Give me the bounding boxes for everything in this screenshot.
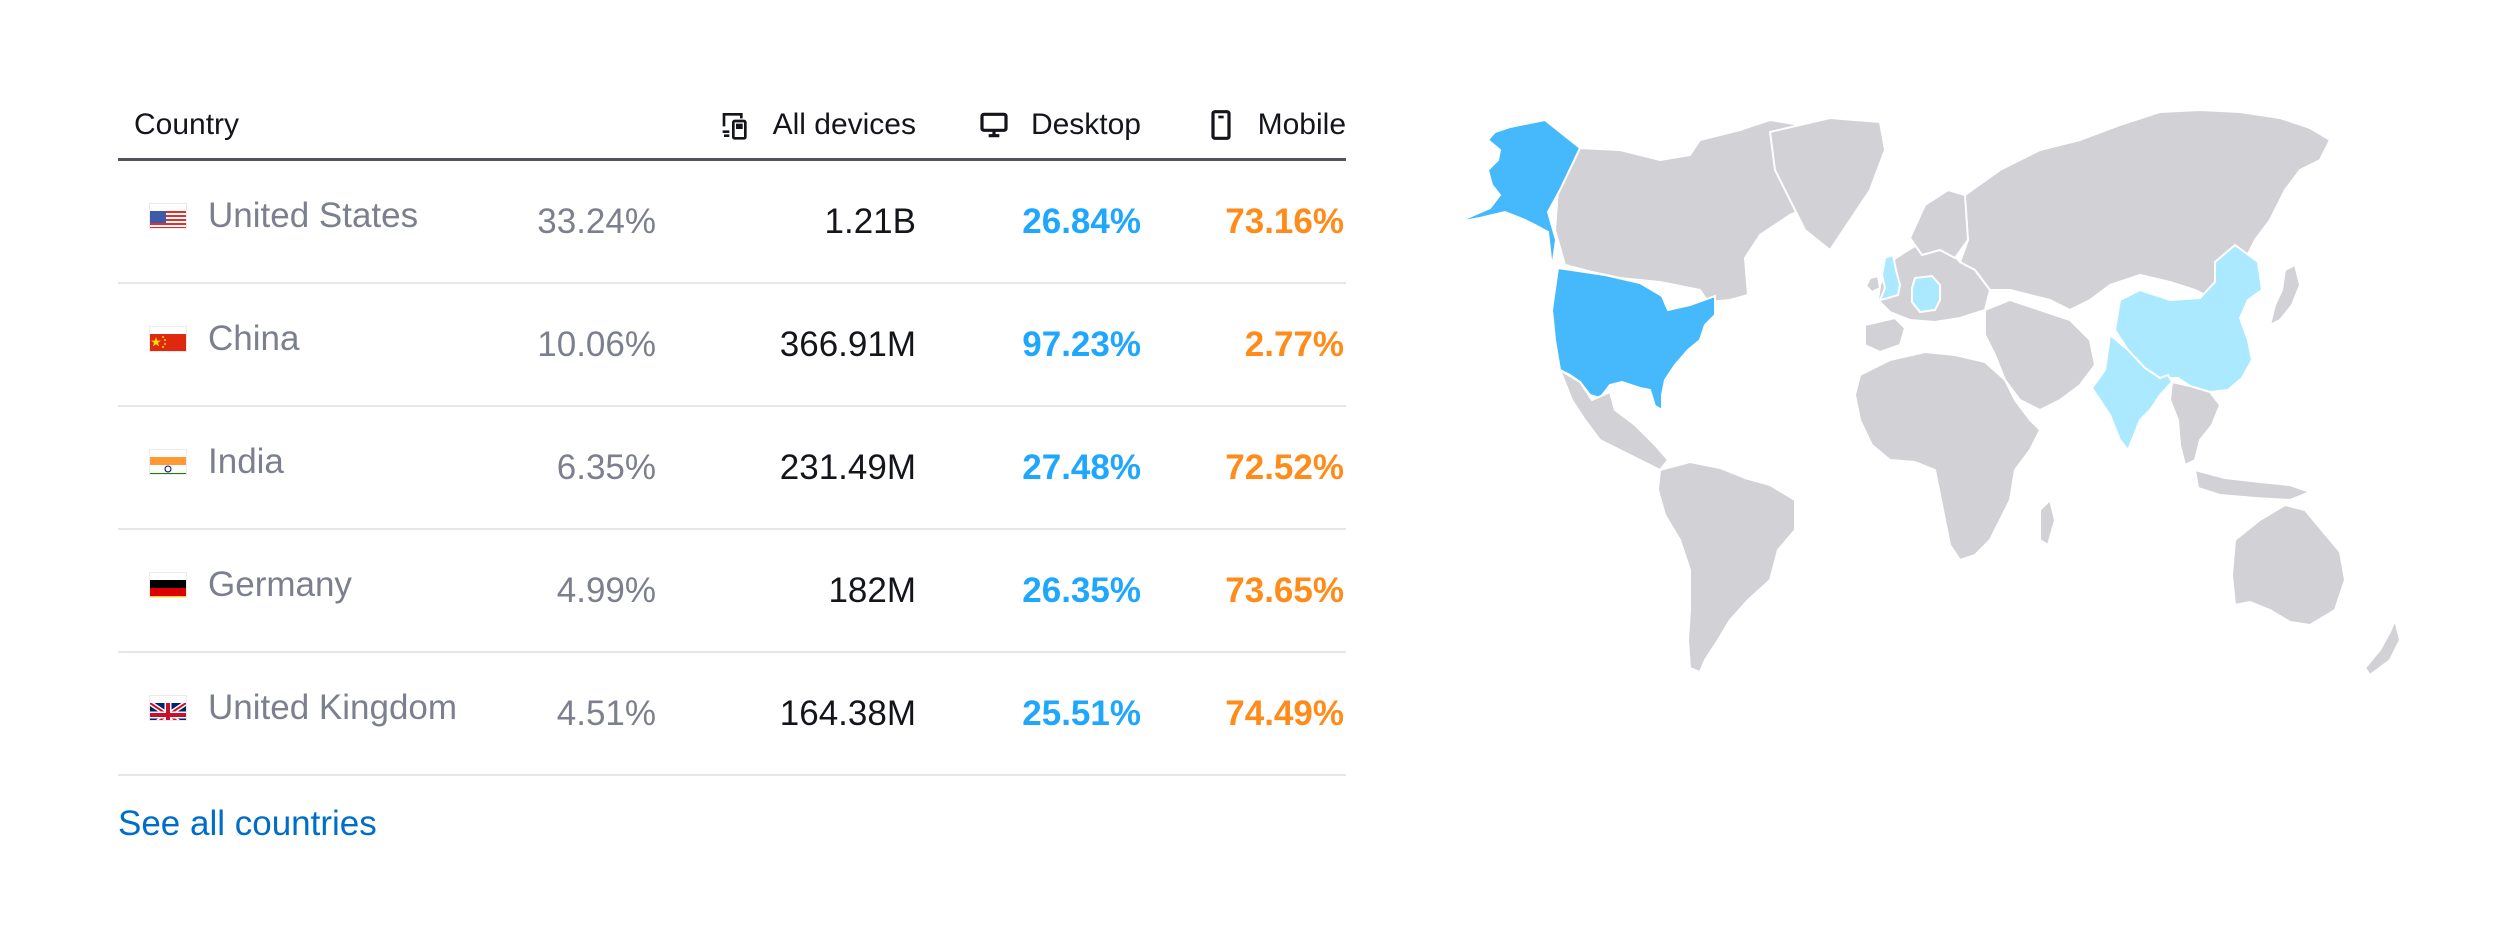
country-name: United States [208, 195, 419, 235]
map-region-south-america[interactable] [1657, 461, 1796, 673]
map-region-madagascar[interactable] [2039, 499, 2056, 546]
us-flag-icon [150, 204, 186, 228]
table-row[interactable]: China 10.06% 366.91M 97.23% 2.77% [118, 284, 1346, 407]
traffic-share: 6.35% [556, 447, 656, 487]
map-region-greenland[interactable] [1769, 117, 1886, 251]
mobile-share: 2.77% [1244, 324, 1344, 364]
countries-table: Country All devices Desktop Mobile Unite… [118, 92, 1346, 776]
desktop-share: 26.35% [1022, 570, 1141, 610]
in-flag-icon [150, 450, 186, 474]
country-cell: Germany [150, 524, 352, 645]
mobile-icon [1204, 108, 1238, 142]
country-name: China [208, 318, 300, 358]
column-header-label: Country [134, 108, 240, 141]
traffic-share: 33.24% [537, 201, 656, 241]
mobile-share: 74.49% [1225, 693, 1344, 733]
desktop-share: 25.51% [1022, 693, 1141, 733]
all-devices-value: 182M [828, 570, 916, 610]
map-region-germany[interactable] [1911, 274, 1941, 314]
column-header-all-devices: All devices [719, 92, 916, 158]
column-header-label: Mobile [1257, 108, 1346, 141]
map-region-japan[interactable] [2269, 264, 2301, 326]
gb-flag-icon [150, 696, 186, 720]
country-cell: United Kingdom [150, 647, 457, 768]
column-header-label: All devices [772, 108, 916, 141]
table-row[interactable]: United States 33.24% 1.21B 26.84% 73.16% [118, 161, 1346, 284]
cn-flag-icon [150, 327, 186, 351]
desktop-share: 27.48% [1022, 447, 1141, 487]
table-row[interactable]: Germany 4.99% 182M 26.35% 73.65% [118, 530, 1346, 653]
column-header-desktop: Desktop [977, 92, 1141, 158]
mobile-share: 73.16% [1225, 201, 1344, 241]
traffic-share: 10.06% [537, 324, 656, 364]
all-devices-value: 164.38M [779, 693, 916, 733]
map-region-indonesia[interactable] [2194, 469, 2311, 501]
map-region-iberia[interactable] [1864, 317, 1906, 353]
desktop-share: 97.23% [1022, 324, 1141, 364]
traffic-share: 4.51% [556, 693, 656, 733]
see-all-countries-link[interactable]: See all countries [118, 804, 377, 844]
table-header: Country All devices Desktop Mobile [118, 92, 1346, 161]
map-region-australia[interactable] [2231, 504, 2346, 626]
country-cell: United States [150, 155, 418, 276]
desktop-icon [977, 108, 1011, 142]
mobile-share: 73.65% [1225, 570, 1344, 610]
map-region-russia-asia[interactable] [1959, 109, 2331, 311]
map-region-southeast-asia[interactable] [2169, 381, 2221, 466]
all-devices-value: 231.49M [779, 447, 916, 487]
country-name: Germany [208, 564, 352, 604]
all-devices-value: 366.91M [779, 324, 916, 364]
column-header-label: Desktop [1030, 108, 1141, 141]
column-header-country: Country [134, 92, 239, 158]
column-header-mobile: Mobile [1204, 92, 1346, 158]
mobile-share: 72.52% [1225, 447, 1344, 487]
table-row[interactable]: United Kingdom 4.51% 164.38M 25.51% 74.4… [118, 653, 1346, 776]
map-region-ireland[interactable] [1865, 275, 1881, 293]
table-row[interactable]: India 6.35% 231.49M 27.48% 72.52% [118, 407, 1346, 530]
country-name: United Kingdom [208, 687, 458, 727]
map-region-scandinavia[interactable] [1909, 189, 1973, 259]
country-cell: India [150, 401, 284, 522]
country-cell: China [150, 278, 299, 399]
de-flag-icon [150, 573, 186, 597]
map-region-new-zealand[interactable] [2364, 619, 2401, 676]
devices-icon [719, 108, 753, 142]
country-name: India [208, 441, 284, 481]
traffic-share: 4.99% [556, 570, 656, 610]
desktop-share: 26.84% [1022, 201, 1141, 241]
all-devices-value: 1.21B [824, 201, 916, 241]
